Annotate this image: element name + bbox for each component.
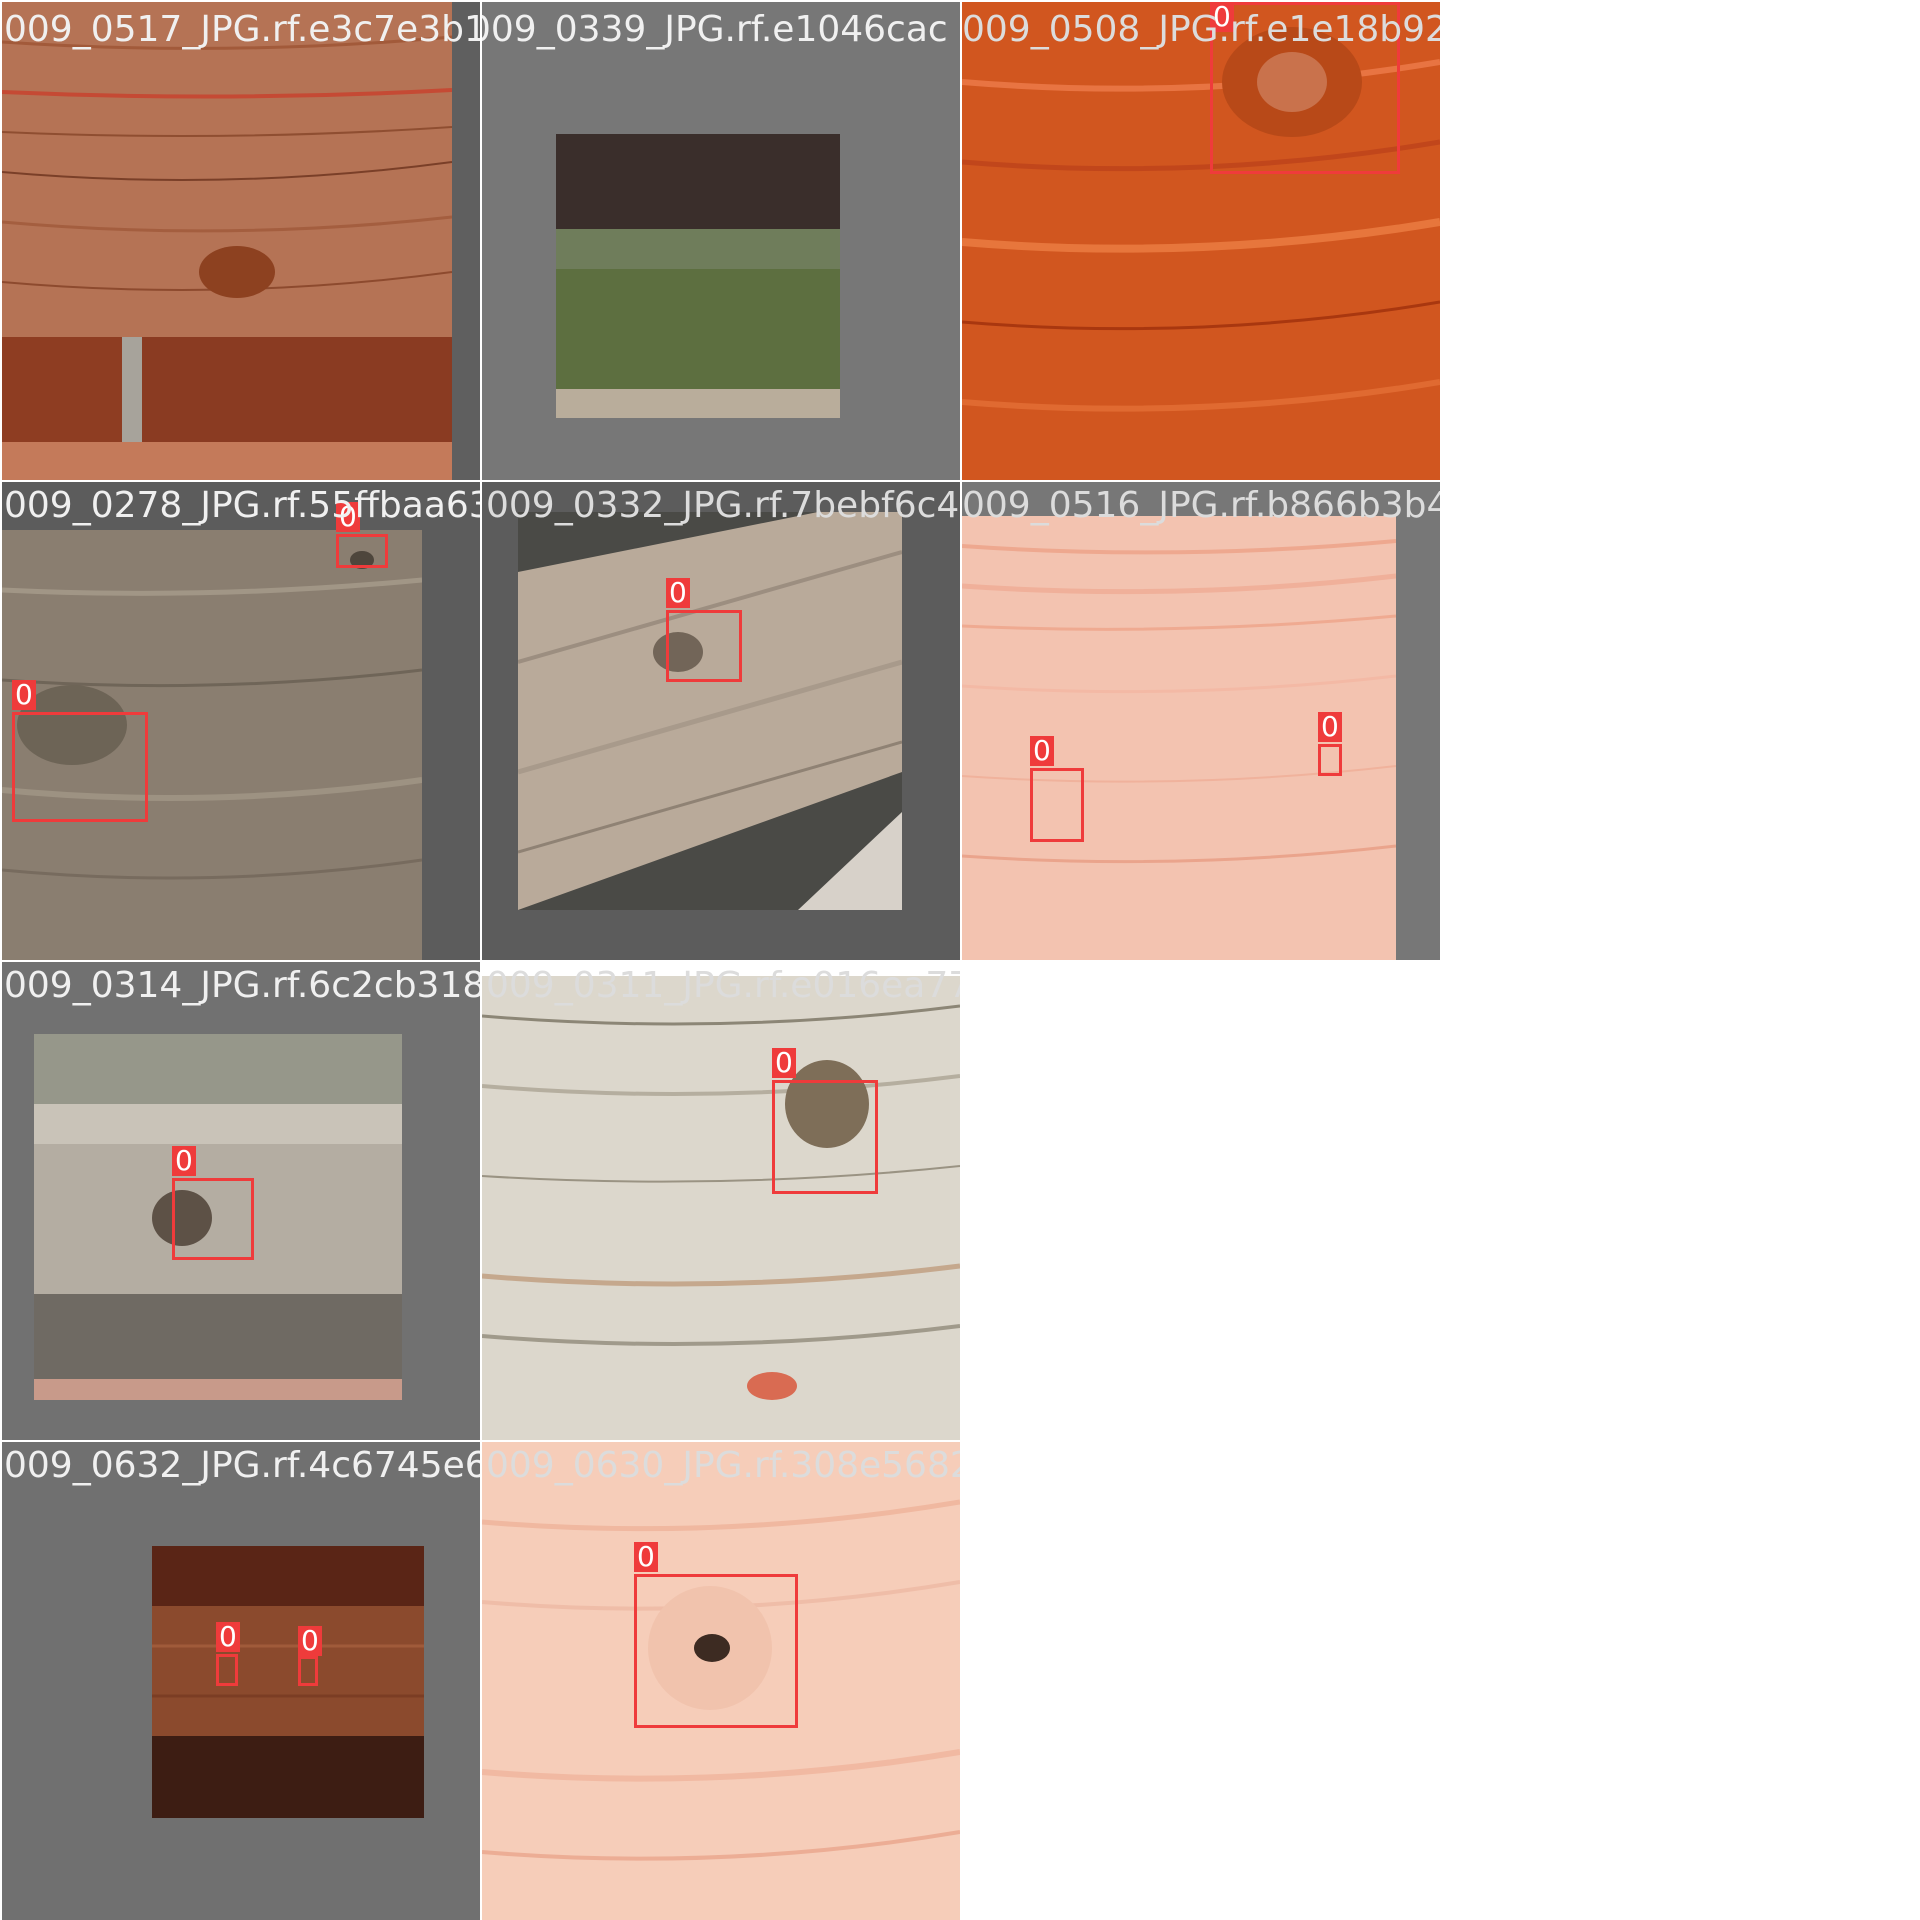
detection-box <box>666 610 742 682</box>
wood-photo-5 <box>518 512 902 910</box>
detection-label: 0 <box>1030 736 1054 766</box>
tile-caption: 009_0339_JPG.rf.e1046cac <box>482 9 948 50</box>
wood-photo-9 <box>152 1546 424 1818</box>
mosaic-tile-9: 0 0 009_0632_JPG.rf.4c6745e6 <box>2 1442 480 1920</box>
tile-caption: 009_0508_JPG.rf.e1e18b92336a7f1fe <box>962 9 1440 50</box>
detection-label: 0 <box>298 1626 322 1656</box>
detection-label: 0 <box>772 1048 796 1078</box>
detection-box <box>1318 744 1342 776</box>
detection-box <box>336 534 388 568</box>
detection-box <box>298 1656 318 1686</box>
tile-caption: 009_0314_JPG.rf.6c2cb318 <box>4 965 480 1006</box>
mosaic-tile-2: 009_0339_JPG.rf.e1046cac <box>482 2 960 480</box>
tile-caption: 009_0278_JPG.rf.55ffbaa63 <box>4 485 480 526</box>
detection-label: 0 <box>172 1146 196 1176</box>
mosaic-tile-6: 0 0 009_0516_JPG.rf.b866b3b4e849b6263122… <box>962 482 1440 960</box>
detection-box <box>634 1574 798 1728</box>
wood-photo-2 <box>556 134 840 418</box>
detection-box <box>1030 768 1084 842</box>
detection-box <box>772 1080 878 1194</box>
mosaic-tile-7: 0 009_0314_JPG.rf.6c2cb318 <box>2 962 480 1440</box>
detection-label: 0 <box>666 578 690 608</box>
mosaic-tile-5: 0 009_0332_JPG.rf.7bebf6c43 <box>482 482 960 960</box>
detection-box <box>216 1654 238 1686</box>
detection-box <box>172 1178 254 1260</box>
detection-box <box>12 712 148 822</box>
mosaic-tile-8: 0 009_0311_JPG.rf.e016ea77fb8b002a160065… <box>482 962 960 1440</box>
tile-caption: 009_0632_JPG.rf.4c6745e6 <box>4 1445 480 1486</box>
tile-caption: 009_0332_JPG.rf.7bebf6c43 <box>486 485 960 526</box>
detection-label: 0 <box>12 680 36 710</box>
detection-label: 0 <box>216 1622 240 1652</box>
mosaic-tile-1: 009_0517_JPG.rf.e3c7e3b10 <box>2 2 480 480</box>
wood-photo-8 <box>482 976 960 1440</box>
tile-caption: 009_0311_JPG.rf.e016ea77fb8b002a1600651 <box>486 965 960 1006</box>
tile-caption: 009_0516_JPG.rf.b866b3b4e849b62631220427 <box>962 485 1440 526</box>
detection-label: 0 <box>1318 712 1342 742</box>
mosaic-tile-10: 0 009_0630_JPG.rf.308e5682e1180390bf1eb6 <box>482 1442 960 1920</box>
detection-label: 0 <box>634 1542 658 1572</box>
wood-photo-1 <box>2 2 452 480</box>
tile-caption: 009_0517_JPG.rf.e3c7e3b10 <box>4 9 480 50</box>
tile-caption: 009_0630_JPG.rf.308e5682e1180390bf1eb6 <box>486 1445 960 1486</box>
mosaic-tile-4: 0 0 009_0278_JPG.rf.55ffbaa63 <box>2 482 480 960</box>
mosaic-tile-3: 0 009_0508_JPG.rf.e1e18b92336a7f1fe <box>962 2 1440 480</box>
